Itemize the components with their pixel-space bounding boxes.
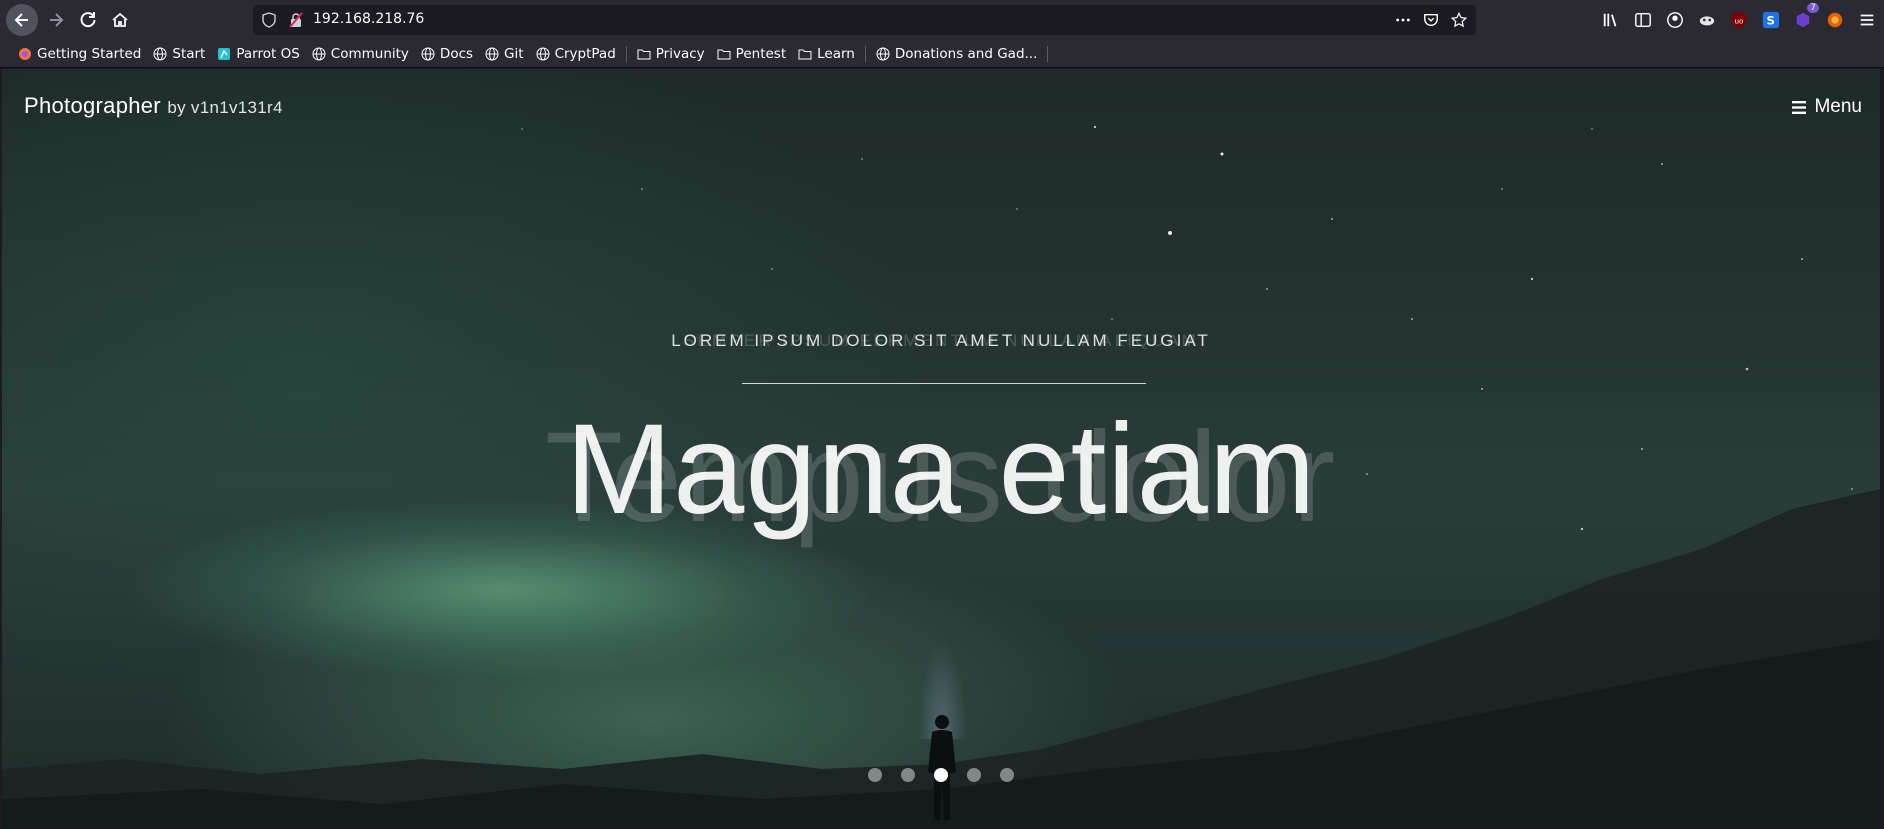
bookmark-separator: [1047, 45, 1049, 62]
folder-icon: [798, 49, 812, 59]
globe-icon: [536, 47, 550, 60]
insecure-lock-icon[interactable]: [288, 12, 304, 28]
home-button[interactable]: [104, 4, 136, 36]
arrow-right-icon: [50, 13, 64, 27]
globe-icon: [312, 47, 326, 60]
menu-button[interactable]: Menu: [1792, 96, 1862, 118]
bookmark-cryptpad[interactable]: CryptPad: [530, 46, 622, 62]
brand-name: Photographer: [24, 93, 161, 118]
bookmark-label: Start: [172, 45, 206, 62]
back-button[interactable]: [6, 4, 38, 36]
bookmark-folder-privacy[interactable]: Privacy: [631, 46, 711, 62]
bookmark-label: Community: [330, 45, 409, 62]
arrow-left-icon: [14, 13, 28, 27]
globe-icon: [876, 47, 890, 60]
slide-dot-5[interactable]: [1000, 768, 1014, 782]
slide-dot-3[interactable]: [934, 768, 948, 782]
hero-subtitle: LOREM IPSUM DOLOR SIT AMET NULLAM FEUGIA…: [671, 331, 1211, 350]
person-silhouette: [928, 715, 956, 820]
parrot-icon: [218, 47, 231, 60]
bookmarks-bar: Getting Started Start Parrot OS Communit…: [0, 40, 1884, 68]
slider-pagination: [2, 768, 1880, 782]
s-extension-icon[interactable]: S: [1760, 9, 1782, 31]
slide-dot-4[interactable]: [967, 768, 981, 782]
bookmark-label: Parrot OS: [236, 45, 300, 62]
globe-icon: [421, 47, 435, 60]
hero-divider: [742, 383, 1146, 384]
home-icon: [112, 12, 128, 27]
bookmark-community[interactable]: Community: [306, 46, 415, 62]
folder-icon: [637, 49, 651, 59]
globe-icon: [485, 47, 499, 60]
bookmark-label: Docs: [439, 45, 474, 62]
bookmark-label: Git: [504, 45, 524, 62]
reload-icon: [80, 12, 96, 28]
library-icon[interactable]: [1600, 9, 1622, 31]
bookmark-separator: [625, 45, 627, 62]
bookmark-donations[interactable]: Donations and Gad...: [870, 46, 1044, 62]
bookmark-label: Donations and Gad...: [894, 45, 1038, 62]
bookmark-label: Pentest: [735, 45, 787, 62]
bookmark-label: Getting Started: [37, 45, 142, 62]
extension-badge: 7: [1807, 3, 1819, 13]
ublock-origin-icon[interactable]: uo: [1728, 9, 1750, 31]
slide-dot-2[interactable]: [901, 768, 915, 782]
svg-text:S: S: [1767, 14, 1775, 28]
reload-button[interactable]: [72, 4, 104, 36]
bookmark-docs[interactable]: Docs: [415, 46, 479, 62]
bookmark-parrot-os[interactable]: Parrot OS: [211, 46, 305, 62]
url-bar[interactable]: 192.168.218.76: [253, 5, 1476, 35]
bookmark-folder-learn[interactable]: Learn: [792, 46, 861, 62]
bookmark-label: Privacy: [655, 45, 705, 62]
forward-button[interactable]: [40, 4, 72, 36]
bookmark-start[interactable]: Start: [147, 46, 211, 62]
svg-text:uo: uo: [1735, 17, 1744, 26]
bookmark-folder-pentest[interactable]: Pentest: [711, 46, 792, 62]
bookmark-star-icon[interactable]: [1450, 11, 1468, 29]
firefox-icon: [19, 47, 31, 60]
bookmark-separator: [864, 45, 866, 62]
pocket-icon[interactable]: [1422, 11, 1440, 29]
folder-icon: [717, 49, 731, 59]
tampermonkey-icon[interactable]: [1696, 9, 1718, 31]
hamburger-menu-icon[interactable]: [1856, 9, 1878, 31]
site-brand[interactable]: Photographer by v1n1v131r4: [24, 93, 283, 119]
url-text[interactable]: 192.168.218.76: [313, 11, 424, 27]
page-actions-icon[interactable]: [1394, 11, 1412, 29]
sidebar-icon[interactable]: [1632, 9, 1654, 31]
hamburger-icon: [1792, 100, 1807, 114]
bookmark-getting-started[interactable]: Getting Started: [12, 46, 147, 62]
globe-icon: [153, 47, 167, 60]
bookmark-label: CryptPad: [554, 45, 616, 62]
bookmark-label: Learn: [817, 45, 855, 62]
slide-dot-1[interactable]: [868, 768, 882, 782]
brand-author: by v1n1v131r4: [167, 98, 283, 117]
browser-toolbar: 192.168.218.76 uo S 7: [0, 0, 1884, 40]
hero-page: Photographer by v1n1v131r4 Menu SEMPER I…: [2, 69, 1880, 829]
firefox-extension-icon[interactable]: [1824, 9, 1846, 31]
hero-title: Magna etiam: [565, 398, 1317, 541]
extension-cube-icon[interactable]: 7: [1792, 3, 1819, 31]
tracking-shield-icon[interactable]: [261, 12, 277, 28]
menu-label: Menu: [1814, 96, 1862, 117]
bookmark-git[interactable]: Git: [479, 46, 530, 62]
account-icon[interactable]: [1664, 9, 1686, 31]
